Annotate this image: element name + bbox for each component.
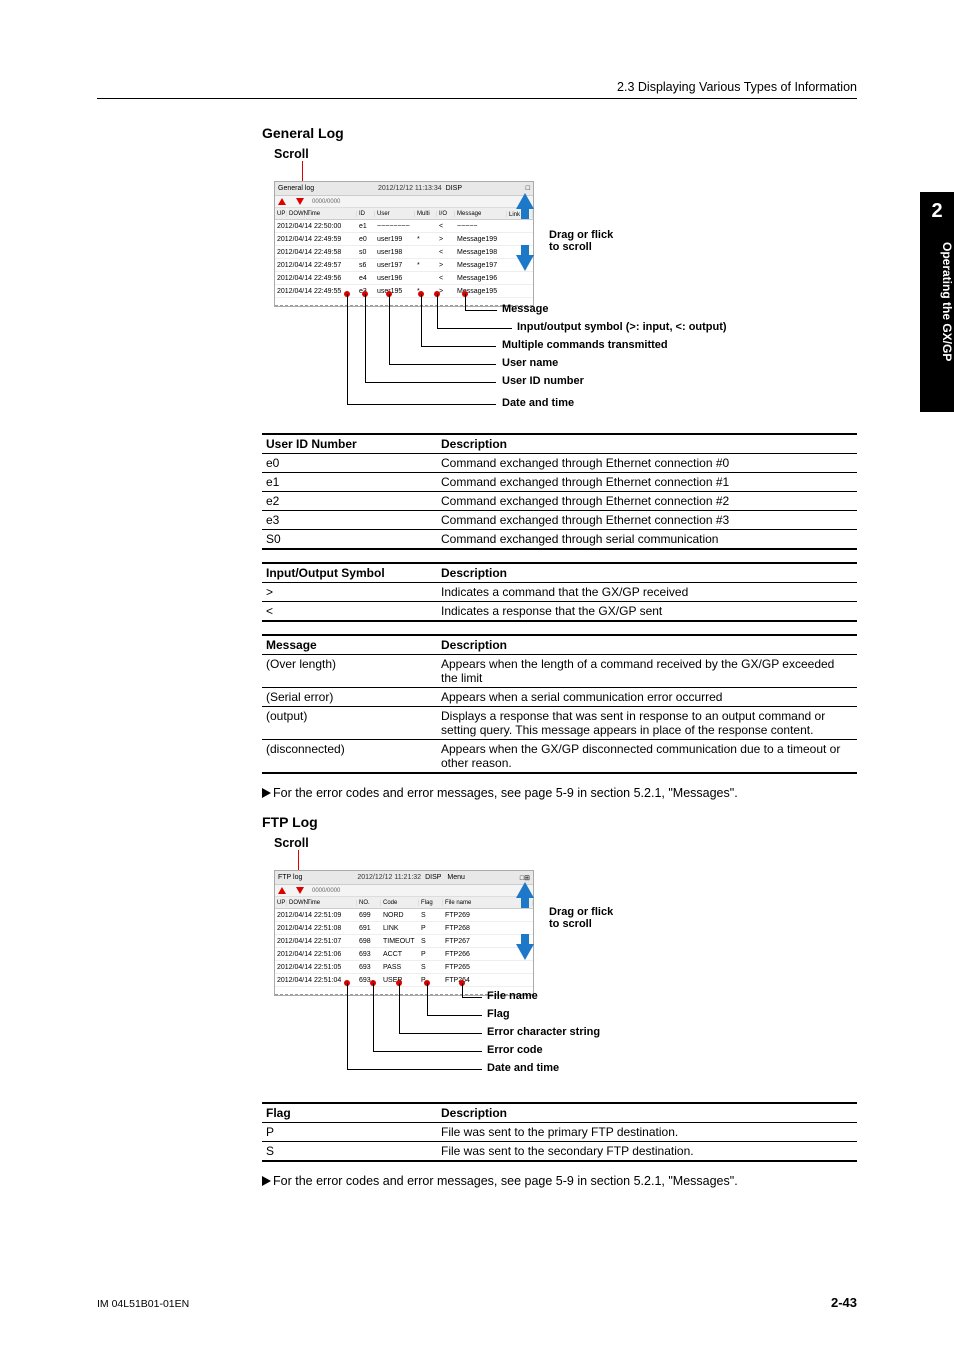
scroll-label-ftp: Scroll [274, 836, 857, 850]
table-message: MessageDescription (Over length)Appears … [262, 634, 857, 774]
col-user: User [375, 211, 415, 217]
window-datetime-ftp: 2012/12/12 11:21:32 [357, 874, 421, 881]
section-ftp-log: FTP Log [262, 814, 857, 830]
xref-note-2: For the error codes and error messages, … [262, 1174, 857, 1188]
table-row: e0Command exchanged through Ethernet con… [262, 454, 857, 473]
log-row[interactable]: 2012/04/14 22:49:58s0user198<Message198 [275, 246, 533, 259]
section-general-log: General Log [262, 125, 857, 141]
callout-errcode: Error code [487, 1044, 543, 1056]
table-row: e3Command exchanged through Ethernet con… [262, 511, 857, 530]
flick-down-icon [516, 255, 534, 271]
table-row: (Over length)Appears when the length of … [262, 655, 857, 688]
col-io: I/O [437, 211, 455, 217]
log-row[interactable]: 2012/04/14 22:50:00e1~~~~~~~~<~~~~~ [275, 220, 533, 233]
window-title-ftp: FTP log [278, 874, 302, 881]
scroll-up-icon[interactable] [278, 887, 286, 894]
log-row[interactable]: 2012/04/14 22:51:07698TIMEOUTSFTP267 [275, 935, 533, 948]
triangle-icon [262, 1176, 271, 1186]
disp-badge-ftp: DISP [425, 874, 441, 881]
callout-flag: Flag [487, 1008, 510, 1020]
col-no: NO. [357, 900, 381, 906]
table-user-id: User ID NumberDescription e0Command exch… [262, 433, 857, 550]
chapter-tab: 2 Operating the GX/GP [920, 192, 954, 412]
log-row[interactable]: 2012/04/14 22:49:55e3user195*>Message195 [275, 285, 533, 298]
log-row[interactable]: 2012/04/14 22:51:04693USERPFTP264 [275, 974, 533, 987]
scroll-label: Scroll [274, 147, 857, 161]
drag-label: Drag or flick [549, 906, 613, 918]
disp-badge: DISP [446, 185, 462, 192]
general-log-diagram: General log 2012/12/12 11:13:34 DISP □ 0… [274, 163, 834, 423]
menu-label: Menu [447, 874, 465, 881]
flick-down-icon [516, 944, 534, 960]
table-row: S0Command exchanged through serial commu… [262, 530, 857, 550]
callout-file: File name [487, 990, 538, 1002]
drag-label: Drag or flick [549, 229, 613, 241]
table-io-symbol: Input/Output SymbolDescription >Indicate… [262, 562, 857, 622]
triangle-icon [262, 788, 271, 798]
log-row[interactable]: 2012/04/14 22:49:59e0user199*>Message199 [275, 233, 533, 246]
table-row: SFile was sent to the secondary FTP dest… [262, 1142, 857, 1162]
callout-multi: Multiple commands transmitted [502, 339, 668, 351]
window-datetime: 2012/12/12 11:13:34 [378, 185, 442, 192]
table-row: e1Command exchanged through Ethernet con… [262, 473, 857, 492]
window-title: General log [278, 185, 314, 192]
table-row: >Indicates a command that the GX/GP rece… [262, 583, 857, 602]
table-row: (disconnected)Appears when the GX/GP dis… [262, 740, 857, 774]
log-row[interactable]: 2012/04/14 22:51:06693ACCTPFTP266 [275, 948, 533, 961]
callout-dt-ftp: Date and time [487, 1062, 559, 1074]
scroll-down-icon[interactable] [296, 198, 304, 205]
chapter-title: Operating the GX/GP [920, 242, 954, 361]
header-rule [97, 98, 857, 99]
log-row[interactable]: 2012/04/14 22:49:56e4user196<Message196 [275, 272, 533, 285]
col-msg: Message [455, 211, 507, 217]
callout-dt: Date and time [502, 397, 574, 409]
footer-page: 2-43 [831, 1295, 857, 1310]
table-row: PFile was sent to the primary FTP destin… [262, 1123, 857, 1142]
col-up: UP [275, 211, 287, 217]
general-log-window[interactable]: General log 2012/12/12 11:13:34 DISP □ 0… [274, 181, 534, 307]
callout-uid: User ID number [502, 375, 584, 387]
col-flag: Flag [419, 900, 443, 906]
ftp-log-diagram: FTP log 2012/12/12 11:21:32 DISP Menu □⊞… [274, 852, 834, 1092]
col-id: ID [357, 211, 375, 217]
log-row[interactable]: 2012/04/14 22:51:09699NORDSFTP269 [275, 909, 533, 922]
log-row[interactable]: 2012/04/14 22:51:08691LINKPFTP268 [275, 922, 533, 935]
count-tiny-ftp: 0000/0000 [312, 888, 340, 894]
callout-user: User name [502, 357, 558, 369]
callout-message: Message [502, 303, 548, 315]
drag-label-2: to scroll [549, 241, 613, 253]
table-row: (output)Displays a response that was sen… [262, 707, 857, 740]
scroll-down-icon[interactable] [296, 887, 304, 894]
chapter-number: 2 [920, 200, 954, 223]
table-flag: FlagDescription PFile was sent to the pr… [262, 1102, 857, 1162]
table-row: (Serial error)Appears when a serial comm… [262, 688, 857, 707]
callout-io: Input/output symbol (>: input, <: output… [517, 321, 727, 333]
flick-up-icon [516, 882, 534, 898]
callout-errstr: Error character string [487, 1026, 600, 1038]
flick-up-icon [516, 193, 534, 209]
xref-note-1: For the error codes and error messages, … [262, 786, 857, 800]
table-row: <Indicates a response that the GX/GP sen… [262, 602, 857, 622]
breadcrumb: 2.3 Displaying Various Types of Informat… [617, 80, 857, 94]
log-row[interactable]: 2012/04/14 22:49:57s6user197*>Message197 [275, 259, 533, 272]
footer-docid: IM 04L51B01-01EN [97, 1298, 189, 1310]
scroll-up-icon[interactable] [278, 198, 286, 205]
col-code: Code [381, 900, 419, 906]
drag-label-2: to scroll [549, 918, 613, 930]
col-time: Time [305, 211, 357, 217]
table-row: e2Command exchanged through Ethernet con… [262, 492, 857, 511]
col-down: DOWN [287, 211, 305, 217]
ftp-log-window[interactable]: FTP log 2012/12/12 11:21:32 DISP Menu □⊞… [274, 870, 534, 996]
log-row[interactable]: 2012/04/14 22:51:05693PASSSFTP265 [275, 961, 533, 974]
col-multi: Multi [415, 211, 437, 217]
count-tiny: 0000/0000 [312, 199, 340, 205]
